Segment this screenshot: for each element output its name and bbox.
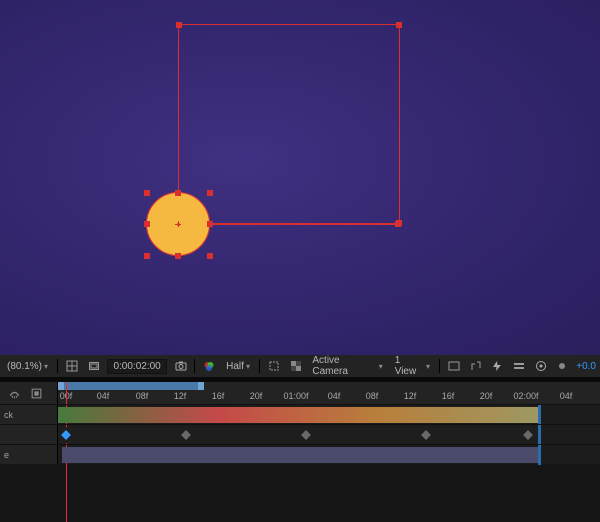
region-of-interest-icon[interactable] bbox=[266, 358, 282, 374]
safe-zones-icon[interactable] bbox=[86, 358, 102, 374]
views-value: 1 View bbox=[395, 355, 424, 377]
work-area-end-grip[interactable] bbox=[198, 382, 204, 390]
time-ruler[interactable]: 00f04f08f12f16f20f01:00f04f08f12f16f20f0… bbox=[58, 382, 600, 404]
ruler-tick-label: 16f bbox=[442, 391, 455, 401]
reset-exposure-icon[interactable] bbox=[555, 358, 571, 374]
timecode-value: 0:00:02:00 bbox=[113, 361, 160, 372]
circle-handle-bl[interactable] bbox=[144, 253, 150, 259]
magnification-value: (80.1%) bbox=[7, 361, 42, 372]
circle-handle-r[interactable] bbox=[207, 221, 213, 227]
track-lane[interactable] bbox=[58, 424, 600, 444]
view-layout-icon[interactable] bbox=[64, 358, 80, 374]
track-row[interactable]: e bbox=[0, 444, 600, 464]
active-camera-dropdown[interactable]: Active Camera ▾ bbox=[309, 354, 385, 378]
ruler-tick-label: 04f bbox=[328, 391, 341, 401]
anchor-center-dot bbox=[177, 223, 180, 226]
chevron-down-icon: ▾ bbox=[246, 362, 250, 371]
exposure-value[interactable]: +0.0 bbox=[576, 361, 596, 372]
separator bbox=[439, 359, 440, 373]
track-row[interactable]: ck bbox=[0, 404, 600, 424]
ruler-tick-label: 04f bbox=[560, 391, 573, 401]
work-area-bar[interactable] bbox=[58, 382, 204, 390]
timeline-panel-icon[interactable] bbox=[511, 358, 527, 374]
chevron-down-icon: ▾ bbox=[426, 362, 430, 371]
resolution-value: Half bbox=[226, 361, 244, 372]
separator bbox=[259, 359, 260, 373]
chevron-down-icon: ▾ bbox=[44, 362, 48, 371]
circle-handle-b[interactable] bbox=[175, 253, 181, 259]
chevron-down-icon: ▾ bbox=[379, 362, 383, 371]
transparency-grid-icon[interactable] bbox=[288, 358, 304, 374]
timeline-tracks: ck e bbox=[0, 404, 600, 522]
ruler-tick-label: 12f bbox=[174, 391, 187, 401]
resize-handle-tr[interactable] bbox=[396, 22, 402, 28]
resize-handle-tl[interactable] bbox=[176, 22, 182, 28]
pixel-aspect-icon[interactable] bbox=[468, 358, 484, 374]
circle-handle-tr[interactable] bbox=[207, 190, 213, 196]
current-time-indicator[interactable] bbox=[66, 382, 67, 404]
snapshot-icon[interactable] bbox=[173, 358, 189, 374]
ruler-tick-label: 16f bbox=[212, 391, 225, 401]
comp-end-marker bbox=[538, 425, 541, 445]
comp-end-marker bbox=[538, 445, 541, 465]
comp-end-marker bbox=[538, 405, 541, 425]
resolution-dropdown[interactable]: Half ▾ bbox=[223, 360, 253, 373]
viewport-toolbar: (80.1%) ▾ 0:00:02:00 Half ▾ Active Camer… bbox=[0, 355, 600, 377]
ruler-tick-label: 04f bbox=[97, 391, 110, 401]
circle-handle-br[interactable] bbox=[207, 253, 213, 259]
separator bbox=[57, 359, 58, 373]
circle-handle-l[interactable] bbox=[144, 221, 150, 227]
timeline-left-header bbox=[0, 382, 58, 404]
track-label[interactable]: e bbox=[0, 444, 58, 464]
current-timecode[interactable]: 0:00:02:00 bbox=[107, 359, 166, 374]
ruler-tick-label: 12f bbox=[404, 391, 417, 401]
channel-rgb-icon[interactable] bbox=[201, 358, 217, 374]
ruler-tick-label: 08f bbox=[136, 391, 149, 401]
ruler-tick-label: 20f bbox=[250, 391, 263, 401]
ruler-tick-label: 20f bbox=[480, 391, 493, 401]
track-label[interactable] bbox=[0, 424, 58, 444]
camera-value: Active Camera bbox=[312, 355, 376, 377]
circle-handle-tl[interactable] bbox=[144, 190, 150, 196]
track-lane[interactable] bbox=[58, 444, 600, 464]
track-label[interactable]: ck bbox=[0, 404, 58, 424]
ruler-tick-label: 08f bbox=[366, 391, 379, 401]
layer-bar[interactable] bbox=[58, 427, 538, 443]
work-area-start-grip[interactable] bbox=[58, 382, 64, 390]
fast-previews-icon[interactable] bbox=[489, 358, 505, 374]
track-row[interactable] bbox=[0, 424, 600, 444]
shy-layers-icon[interactable] bbox=[6, 385, 22, 401]
circle-handle-t[interactable] bbox=[175, 190, 181, 196]
layer-bar[interactable] bbox=[58, 407, 538, 423]
separator bbox=[194, 359, 195, 373]
ruler-tick-label: 02:00f bbox=[513, 391, 538, 401]
share-view-icon[interactable] bbox=[446, 358, 462, 374]
magnification-dropdown[interactable]: (80.1%) ▾ bbox=[4, 360, 51, 373]
composition-viewport[interactable] bbox=[0, 0, 600, 355]
layer-bar[interactable] bbox=[62, 447, 540, 463]
motion-path-keyframe-vertex[interactable] bbox=[395, 221, 401, 227]
comp-flowchart-icon[interactable] bbox=[533, 358, 549, 374]
ruler-tick-label: 01:00f bbox=[283, 391, 308, 401]
timeline-header: 00f04f08f12f16f20f01:00f04f08f12f16f20f0… bbox=[0, 382, 600, 404]
layer-switches-icon[interactable] bbox=[28, 385, 44, 401]
views-dropdown[interactable]: 1 View ▾ bbox=[392, 354, 433, 378]
timeline-empty-area bbox=[0, 464, 600, 522]
track-lane[interactable] bbox=[58, 404, 600, 424]
ruler-tick-labels: 00f04f08f12f16f20f01:00f04f08f12f16f20f0… bbox=[58, 390, 600, 404]
